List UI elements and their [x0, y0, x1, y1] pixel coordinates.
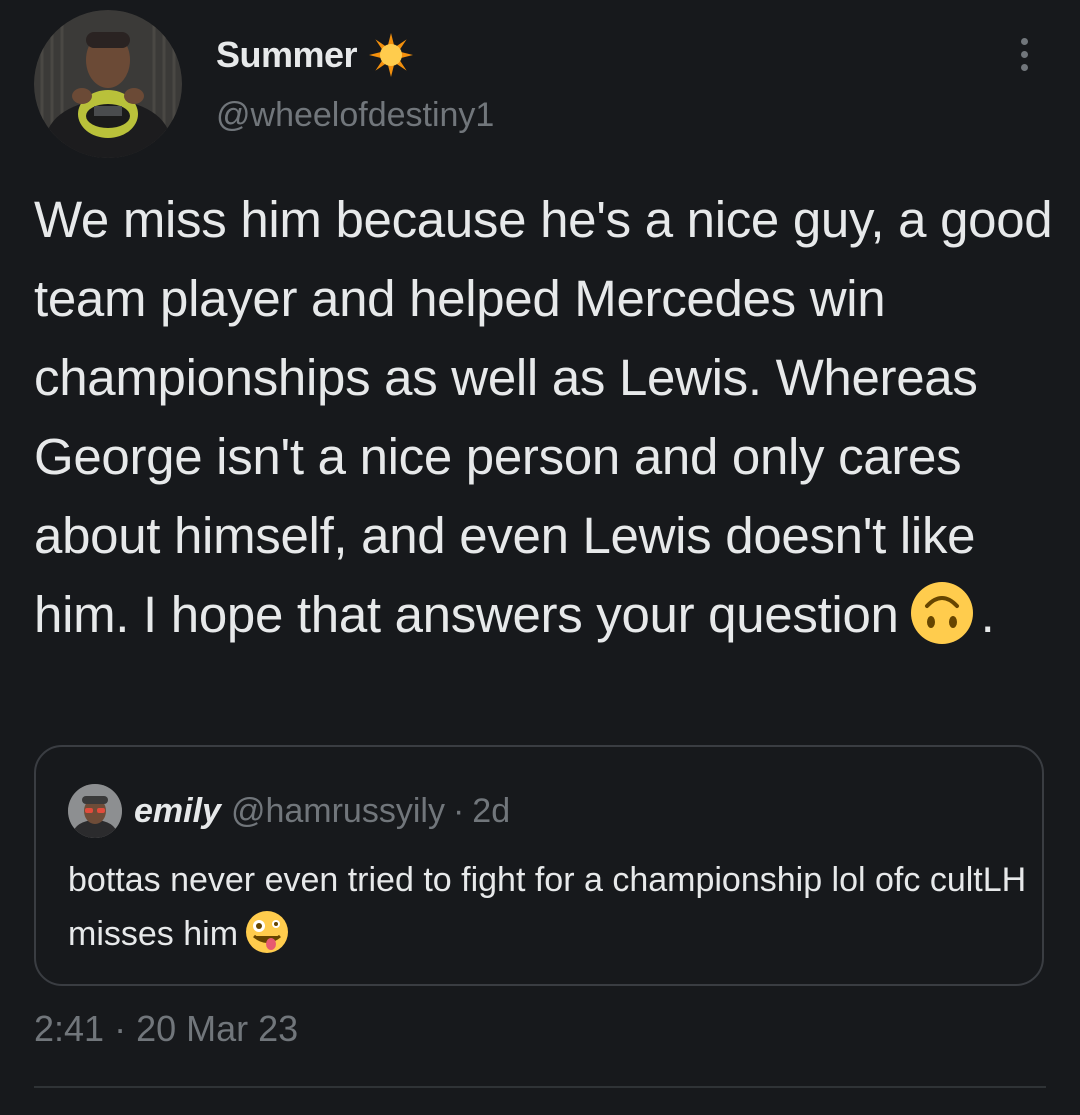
- author-name-row: Summer: [216, 30, 415, 80]
- quoted-author-handle[interactable]: @hamrussyily: [231, 792, 445, 831]
- author-avatar-image: [34, 10, 182, 158]
- quoted-separator: ·: [452, 791, 465, 830]
- tweet-text: We miss him because he's a nice guy, a g…: [34, 180, 1054, 654]
- quoted-tweet-age[interactable]: 2d: [472, 792, 510, 831]
- quoted-author-avatar[interactable]: [68, 784, 122, 838]
- quoted-tweet-card[interactable]: emily @hamrussyily · 2d bottas never eve…: [34, 745, 1044, 986]
- upside-down-face-icon: [909, 580, 975, 646]
- timestamp-separator: ·: [114, 1008, 127, 1049]
- author-avatar[interactable]: [34, 10, 182, 158]
- quoted-author-name[interactable]: emily: [134, 792, 221, 831]
- author-display-name[interactable]: Summer: [216, 34, 358, 76]
- more-dot: [1020, 50, 1028, 58]
- tweet-timestamp[interactable]: 2:41 · 20 Mar 23: [34, 1008, 298, 1050]
- author-handle[interactable]: @wheelofdestiny1: [216, 96, 494, 135]
- zany-face-icon: [244, 909, 290, 955]
- more-dot: [1020, 63, 1028, 71]
- quoted-tweet-text-content: bottas never even tried to fight for a c…: [68, 861, 1027, 953]
- tweet-text-main: We miss him because he's a nice guy, a g…: [34, 191, 1053, 643]
- tweet-time: 2:41: [34, 1008, 105, 1049]
- tweet-date: 20 Mar 23: [136, 1008, 299, 1049]
- more-dot: [1020, 37, 1028, 45]
- quoted-tweet-header: emily @hamrussyily · 2d: [68, 783, 510, 839]
- divider: [34, 1086, 1046, 1088]
- quoted-avatar-image: [68, 784, 122, 838]
- more-options-icon[interactable]: [1006, 30, 1042, 78]
- tweet-text-tail: .: [980, 586, 995, 643]
- sun-emoji-icon: [367, 31, 415, 79]
- quoted-tweet-text: bottas never even tried to fight for a c…: [68, 853, 1028, 961]
